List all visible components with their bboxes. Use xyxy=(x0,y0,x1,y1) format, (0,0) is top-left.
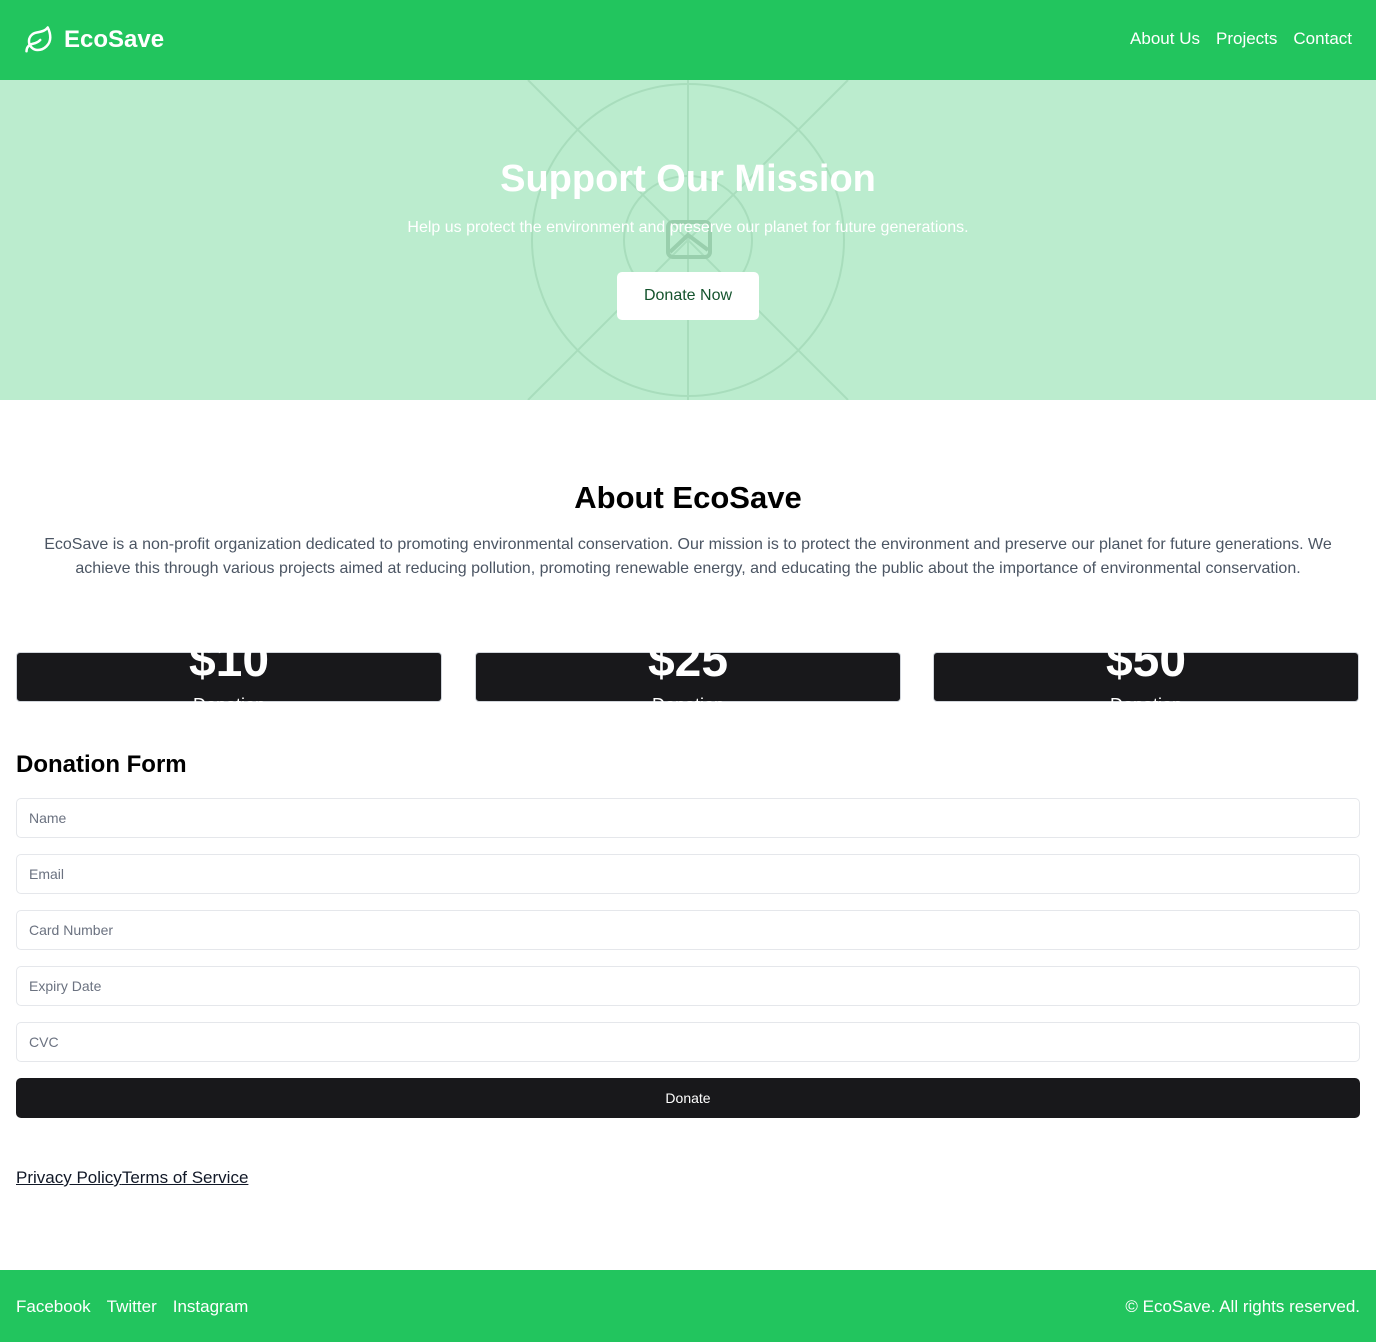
amount-card-10[interactable]: $10 Donation xyxy=(16,634,442,703)
hero-title: Support Our Mission xyxy=(500,158,876,200)
cvc-field[interactable] xyxy=(16,1022,1360,1062)
amount-card-50[interactable]: $50 Donation xyxy=(933,634,1359,703)
donate-submit-button[interactable]: Donate xyxy=(16,1078,1360,1118)
facebook-link[interactable]: Facebook xyxy=(16,1297,91,1317)
card-number-field[interactable] xyxy=(16,910,1360,950)
amount-label: Donation xyxy=(17,695,441,703)
nav-link-projects[interactable]: Projects xyxy=(1216,29,1277,49)
hero-subtitle: Help us protect the environment and pres… xyxy=(407,219,969,236)
privacy-policy-link[interactable]: Privacy Policy xyxy=(16,1168,122,1188)
leaf-icon xyxy=(25,26,52,53)
legal-links: Privacy Policy Terms of Service xyxy=(16,1168,248,1188)
amount-value: $10 xyxy=(188,634,270,687)
site-header: EcoSave About Us Projects Contact xyxy=(0,0,1376,80)
about-title: About EcoSave xyxy=(574,480,802,515)
instagram-link[interactable]: Instagram xyxy=(173,1297,249,1317)
about-description: EcoSave is a non-profit organization ded… xyxy=(44,536,1332,577)
amount-label: Donation xyxy=(476,695,900,703)
nav-link-contact[interactable]: Contact xyxy=(1293,29,1352,49)
social-links: Facebook Twitter Instagram xyxy=(16,1297,264,1317)
brand-name: EcoSave xyxy=(64,26,165,53)
amount-value: $25 xyxy=(647,634,729,687)
terms-of-service-link[interactable]: Terms of Service xyxy=(122,1168,249,1188)
nav-link-about-us[interactable]: About Us xyxy=(1130,29,1200,49)
hero-banner: Support Our Mission Help us protect the … xyxy=(0,80,1376,400)
site-footer: Facebook Twitter Instagram © EcoSave. Al… xyxy=(0,1270,1376,1342)
amount-value: $50 xyxy=(1105,634,1187,687)
twitter-link[interactable]: Twitter xyxy=(107,1297,157,1317)
image-placeholder-icon xyxy=(527,80,849,400)
main-nav: About Us Projects Contact xyxy=(1114,29,1352,49)
email-field[interactable] xyxy=(16,854,1360,894)
copyright-text: © EcoSave. All rights reserved. xyxy=(1125,1297,1360,1316)
name-field[interactable] xyxy=(16,798,1360,838)
donate-now-button[interactable]: Donate Now xyxy=(617,272,759,320)
brand-logo[interactable]: EcoSave xyxy=(24,24,164,56)
amount-label: Donation xyxy=(934,695,1358,703)
amount-card-25[interactable]: $25 Donation xyxy=(475,634,901,703)
donation-form-title: Donation Form xyxy=(16,751,187,778)
expiry-date-field[interactable] xyxy=(16,966,1360,1006)
